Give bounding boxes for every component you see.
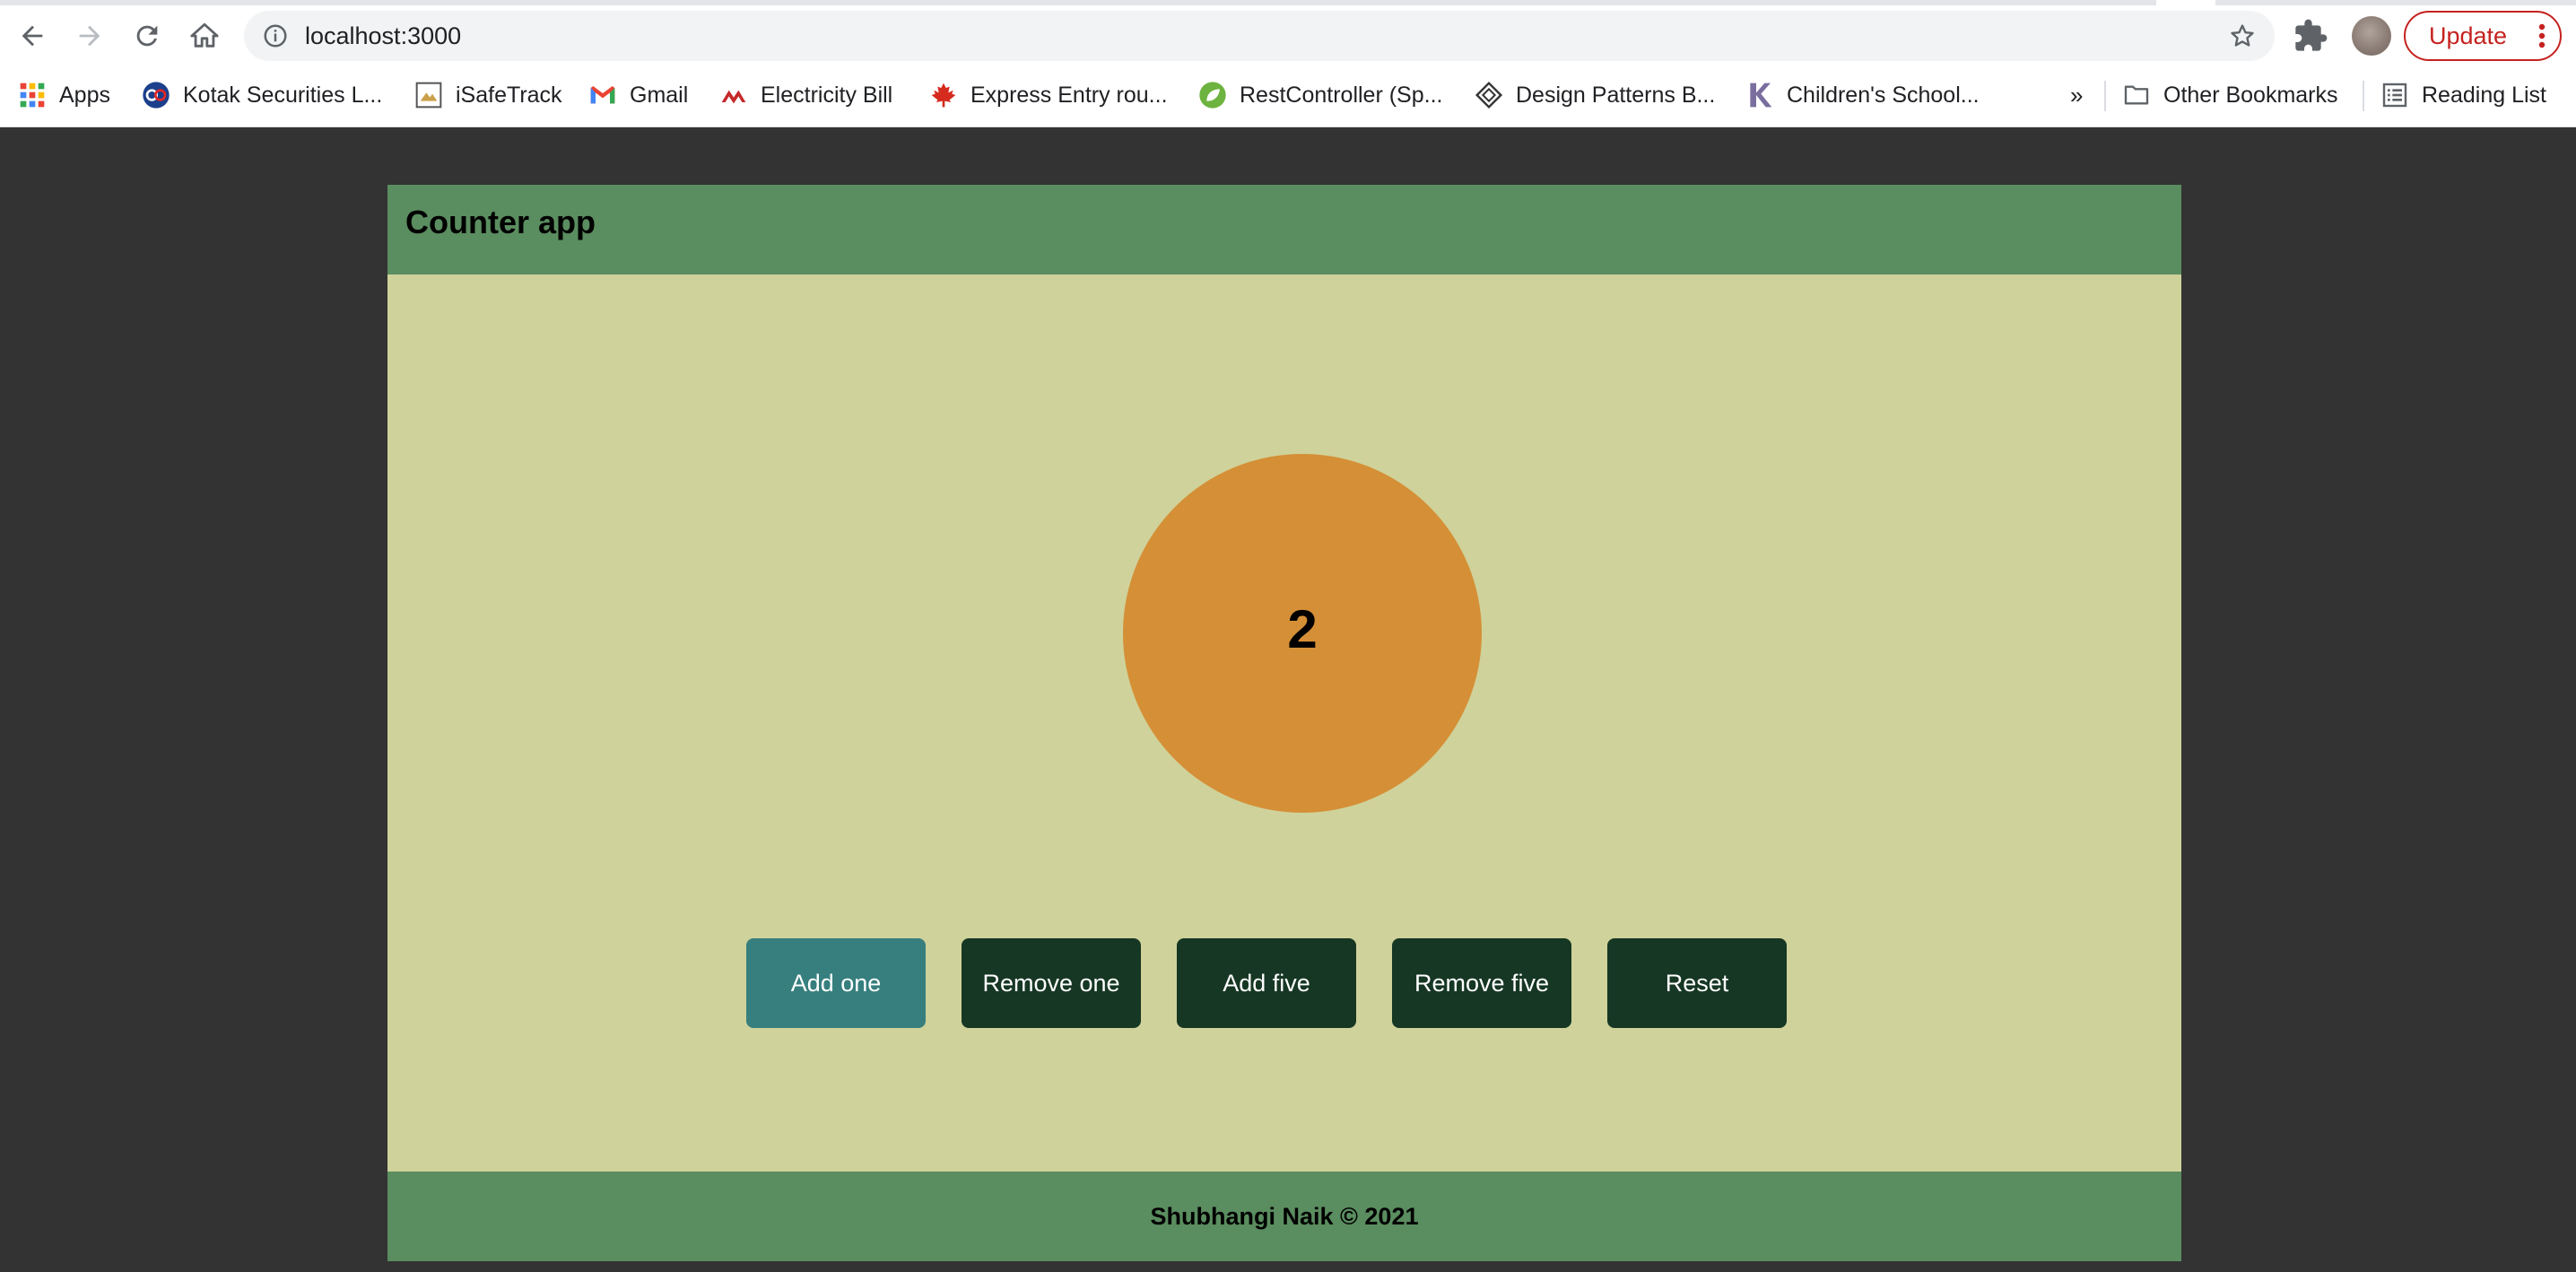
bookmark-separator bbox=[2104, 81, 2106, 111]
page-load-track bbox=[0, 0, 2156, 5]
isafetrack-icon bbox=[415, 82, 442, 109]
electricity-icon bbox=[721, 90, 746, 104]
reading-list-button[interactable]: Reading List bbox=[2380, 72, 2546, 118]
bookmark-label: Gmail bbox=[630, 82, 689, 108]
apps-grid-icon bbox=[20, 83, 45, 108]
counter-value: 2 bbox=[1287, 598, 1318, 659]
address-bar[interactable]: localhost:3000 bbox=[244, 11, 2275, 61]
bookmark-label: Apps bbox=[59, 82, 110, 108]
bookmark-childrens-school[interactable]: Children's School... bbox=[1745, 72, 1980, 118]
profile-avatar[interactable] bbox=[2352, 16, 2391, 56]
bookmark-separator bbox=[2363, 81, 2364, 111]
spring-leaf-icon bbox=[1199, 82, 1226, 109]
bookmark-label: Design Patterns B... bbox=[1516, 82, 1716, 108]
bookmark-label: iSafeTrack bbox=[456, 82, 562, 108]
bookmark-design-patterns[interactable]: Design Patterns B... bbox=[1475, 72, 1715, 118]
remove-one-button[interactable]: Remove one bbox=[962, 938, 1141, 1028]
forward-arrow-icon[interactable] bbox=[66, 13, 113, 59]
reset-button[interactable]: Reset bbox=[1607, 938, 1787, 1028]
bookmark-kotak[interactable]: Kotak Securities L... bbox=[142, 72, 382, 118]
url-text[interactable]: localhost:3000 bbox=[305, 11, 461, 61]
bookmark-label: Reading List bbox=[2422, 82, 2546, 108]
bookmark-label: Electricity Bill bbox=[761, 82, 893, 108]
bookmark-express-entry[interactable]: Express Entry rou... bbox=[929, 72, 1168, 118]
diamond-icon bbox=[1475, 81, 1503, 109]
bookmark-electricity[interactable]: Electricity Bill bbox=[719, 72, 892, 118]
k-letter-icon bbox=[1750, 83, 1772, 108]
overflow-chevron: » bbox=[2070, 81, 2084, 109]
bookmark-isafetrack[interactable]: iSafeTrack bbox=[414, 72, 562, 118]
bookmark-label: Other Bookmarks bbox=[2163, 82, 2338, 108]
back-arrow-icon[interactable] bbox=[9, 13, 56, 59]
bookmarks-bar: Apps Kotak Securities L... iSafeTrack Gm… bbox=[0, 72, 2576, 127]
reading-list-icon bbox=[2382, 83, 2407, 108]
bookmark-label: RestController (Sp... bbox=[1240, 82, 1443, 108]
info-icon[interactable] bbox=[262, 22, 289, 49]
puzzle-icon[interactable] bbox=[2293, 18, 2328, 54]
app-main: 2 Add one Remove one Add five Remove fiv… bbox=[387, 274, 2181, 1172]
bookmark-label: Express Entry rou... bbox=[970, 82, 1168, 108]
bookmark-label: Children's School... bbox=[1787, 82, 1980, 108]
bookmark-other-bookmarks[interactable]: Other Bookmarks bbox=[2122, 72, 2338, 118]
counter-display: 2 bbox=[1123, 454, 1482, 813]
counter-app: Counter app 2 Add one Remove one Add fiv… bbox=[387, 185, 2181, 1261]
star-icon[interactable] bbox=[2228, 22, 2257, 50]
bookmark-apps[interactable]: Apps bbox=[18, 72, 110, 118]
maple-leaf-icon bbox=[931, 83, 956, 108]
reload-icon[interactable] bbox=[124, 13, 170, 59]
update-label: Update bbox=[2429, 22, 2508, 49]
gmail-icon bbox=[590, 86, 615, 104]
kotak-icon bbox=[143, 82, 170, 109]
app-header: Counter app bbox=[387, 185, 2181, 274]
browser-toolbar: localhost:3000 Update bbox=[0, 0, 2576, 72]
app-footer: Shubhangi Naik © 2021 bbox=[387, 1172, 2181, 1261]
bookmark-label: Kotak Securities L... bbox=[183, 82, 383, 108]
bookmark-restcontroller[interactable]: RestController (Sp... bbox=[1198, 72, 1442, 118]
folder-icon bbox=[2124, 85, 2149, 105]
bookmark-gmail[interactable]: Gmail bbox=[588, 72, 688, 118]
add-five-button[interactable]: Add five bbox=[1177, 938, 1356, 1028]
footer-copyright: Shubhangi Naik © 2021 bbox=[1150, 1203, 1419, 1230]
page-load-track-tail bbox=[2215, 0, 2576, 5]
add-one-button[interactable]: Add one bbox=[746, 938, 926, 1028]
page-title: Counter app bbox=[405, 204, 596, 240]
remove-five-button[interactable]: Remove five bbox=[1392, 938, 1571, 1028]
update-button[interactable]: Update bbox=[2404, 11, 2562, 61]
kebab-menu-icon[interactable] bbox=[2537, 23, 2547, 48]
home-icon[interactable] bbox=[181, 13, 228, 59]
bookmarks-overflow-button[interactable]: » bbox=[2070, 72, 2083, 118]
